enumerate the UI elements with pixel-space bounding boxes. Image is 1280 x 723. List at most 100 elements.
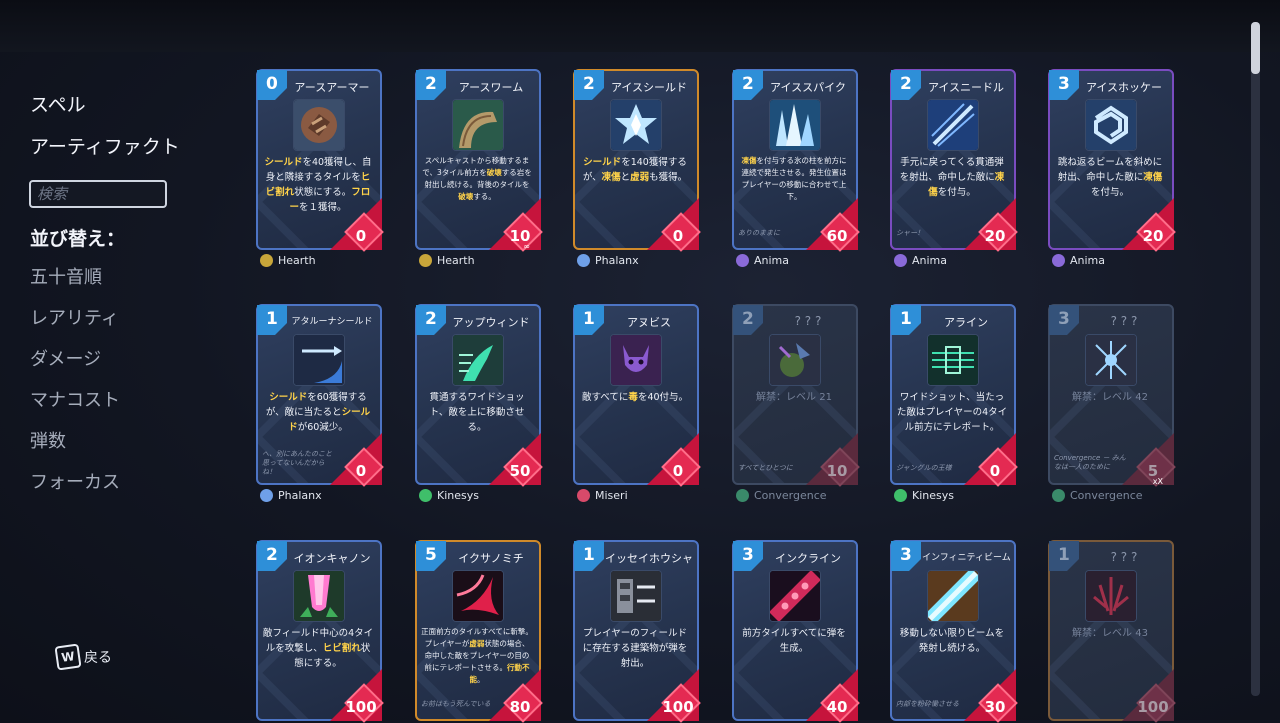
unlock-requirement: 解禁：レベル 21 [756, 392, 832, 403]
card-description: 跳ね返るビームを斜めに射出、命中した敵に凍傷を付与。 [1057, 157, 1163, 198]
sidebar: スペル アーティファクト 並び替え： 五十音順 レアリティ ダメージ マナコスト… [0, 0, 230, 720]
damage-badge: 40 [806, 669, 860, 723]
mana-cost-badge: 3 [1049, 305, 1079, 335]
card-description: 敵すべてに毒を40付与。 [581, 392, 689, 403]
mana-cost-badge: 2 [257, 541, 287, 571]
card-description: ワイドショット、当たった敵はプレイヤーの4タイル前方にテレポート。 [896, 392, 1008, 433]
card-description: 貫通するワイドショット、敵を上に移動させる。 [429, 392, 525, 433]
spell-card[interactable]: 3 インクライン 前方タイルすべてに弾を生成。 40 [732, 540, 860, 723]
anima-icon [1052, 254, 1065, 267]
search-input[interactable] [29, 180, 167, 208]
spell-card[interactable]: 2 イオンキャノン 敵フィールド中心の4タイルを攻撃し、ヒビ割れ状態にする。 1… [256, 540, 384, 723]
card-name: アイスシールド [610, 81, 688, 94]
sort-option-damage[interactable]: ダメージ [30, 345, 101, 371]
card-description: 凍傷を付与する氷の柱を前方に連続で発生させる。発生位置はプレイヤーの移動に合わせ… [741, 156, 847, 201]
back-button[interactable]: W 戻る [54, 643, 112, 671]
convergence-icon [736, 489, 749, 502]
spell-card[interactable]: 2 アイススパイク 凍傷を付与する氷の柱を前方に連続で発生させる。発生位置はプレ… [732, 69, 860, 267]
nav-spells[interactable]: スペル [30, 90, 86, 117]
nav-artifacts[interactable]: アーティファクト [30, 132, 180, 159]
school-label: Phalanx [577, 254, 639, 267]
mana-cost-badge: 3 [733, 541, 763, 571]
damage-badge: 10 [806, 433, 860, 487]
scrollbar-track[interactable] [1251, 22, 1260, 696]
school-label: Convergence [1052, 489, 1143, 502]
school-label: Miseri [577, 489, 628, 502]
anima-icon [894, 254, 907, 267]
kinesys-icon [419, 489, 432, 502]
back-label: 戻る [84, 650, 112, 666]
card-description: スペルキャストから移動するまで、3タイル前方を破壊する岩を射出し続ける。背後のタ… [422, 156, 532, 201]
spell-card[interactable]: 2 アースワーム スペルキャストから移動するまで、3タイル前方を破壊する岩を射出… [415, 69, 543, 267]
mana-cost-badge: 2 [416, 70, 446, 100]
card-name: インフィニティビーム [922, 553, 1011, 563]
card-description: プレイヤーのフィールドに存在する建築物が弾を射出。 [582, 628, 688, 669]
damage-badge: 100 [330, 669, 384, 723]
sort-option-focus[interactable]: フォーカス [30, 468, 120, 494]
sort-option-rarity[interactable]: レアリティ [30, 304, 119, 330]
damage-badge: 100 [1122, 669, 1176, 723]
spell-card[interactable]: 1 アライン ワイドショット、当たった敵はプレイヤーの4タイル前方にテレポート。… [890, 304, 1018, 502]
card-name: インクライン [775, 552, 841, 565]
earth-armor-art-icon [293, 99, 345, 151]
school-label: Phalanx [260, 489, 322, 502]
card-name: アースワーム [458, 81, 524, 94]
locked-spell-art-icon [769, 334, 821, 386]
school-label: Hearth [260, 254, 316, 267]
w-key-icon: W [54, 643, 82, 671]
card-name: イッセイホウシャ [605, 552, 693, 565]
spell-card[interactable]: 1 アタルーナシールド シールドを60獲得するが、敵に当たるとシールドが60減少… [256, 304, 384, 502]
damage-badge: 10 ∞ [489, 198, 543, 252]
ion-cannon-art-icon [293, 570, 345, 622]
school-label: Kinesys [894, 489, 954, 502]
spell-card[interactable]: 1 イッセイホウシャ プレイヤーのフィールドに存在する建築物が弾を射出。 100 [573, 540, 701, 723]
sort-option-ammo[interactable]: 弾数 [30, 427, 66, 453]
spell-card[interactable]: 2 アップウィンド 貫通するワイドショット、敵を上に移動させる。 50 Kine… [415, 304, 543, 502]
spell-card[interactable]: 5 イクサノミチ 正面前方のタイルすべてに斬撃。プレイヤーが虚弱状態の場合、命中… [415, 540, 543, 723]
spell-card[interactable]: 3 インフィニティビーム 移動しない限りビームを発射し続ける。 内部を粉砕慟させ… [890, 540, 1018, 723]
spell-card[interactable]: 1 アヌビス 敵すべてに毒を40付与。 0 Miseri [573, 304, 701, 502]
mana-cost-badge: 5 [416, 541, 446, 571]
damage-badge: 80 [489, 669, 543, 723]
card-name: イオンキャノン [293, 552, 371, 565]
card-name: ? ? ? [794, 314, 822, 328]
scrollbar-thumb[interactable] [1251, 22, 1260, 74]
miseri-icon [577, 489, 590, 502]
anubis-art-icon [610, 334, 662, 386]
card-description: 手元に戻ってくる貫通弾を射出、命中した敵に凍傷を付与。 [899, 157, 1005, 198]
school-label: Anima [1052, 254, 1105, 267]
card-name: イクサノミチ [458, 552, 524, 565]
sort-option-alphabetical[interactable]: 五十音順 [30, 263, 102, 289]
damage-badge: 0 [330, 433, 384, 487]
spell-card-locked[interactable]: 3 ? ? ? 解禁：レベル 42 Convergence － みんなは一人のた… [1048, 304, 1176, 502]
upwind-art-icon [452, 334, 504, 386]
mana-cost-badge: 1 [1049, 541, 1079, 571]
school-label: Convergence [736, 489, 827, 502]
convergence-icon [1052, 489, 1065, 502]
damage-badge: 0 [330, 198, 384, 252]
card-name: アイスニードル [927, 81, 1005, 94]
damage-badge: 0 [964, 433, 1018, 487]
card-description: シールドを60獲得するが、敵に当たるとシールドが60減少。 [265, 392, 371, 433]
card-description: 移動しない限りビームを発射し続ける。 [899, 628, 1005, 654]
spell-card-locked[interactable]: 1 ? ? ? 解禁：レベル 43 100 [1048, 540, 1176, 723]
spell-card[interactable]: 3 アイスホッケー 跳ね返るビームを斜めに射出、命中した敵に凍傷を付与。 20 … [1048, 69, 1176, 267]
ice-spike-art-icon [769, 99, 821, 151]
earth-worm-art-icon [452, 99, 504, 151]
spell-card[interactable]: 0 アースアーマー シールドを40獲得し、自身と隣接するタイルをヒビ割れ状態にす… [256, 69, 384, 267]
damage-badge: 20 [1122, 198, 1176, 252]
flavor-text: へ、別にあんたのこと思ってないんだからね！ [262, 450, 332, 476]
damage-badge: 60 [806, 198, 860, 252]
spell-card-locked[interactable]: 2 ? ? ? 解禁：レベル 21 すべてとひとつに 10 Convergenc… [732, 304, 860, 502]
spell-card[interactable]: 2 アイスシールド シールドを140獲得するが、凍傷と虚弱も獲得。 0 Phal… [573, 69, 701, 267]
card-name: アライン [944, 316, 988, 329]
spell-card[interactable]: 2 アイスニードル 手元に戻ってくる貫通弾を射出、命中した敵に凍傷を付与。 シャ… [890, 69, 1018, 267]
hearth-icon [260, 254, 273, 267]
align-art-icon [927, 334, 979, 386]
phalanx-icon [577, 254, 590, 267]
card-name: アタルーナシールド [291, 317, 373, 327]
sort-option-mana-cost[interactable]: マナコスト [30, 386, 120, 412]
sort-label: 並び替え： [30, 228, 126, 250]
card-name: ? ? ? [1110, 314, 1138, 328]
mana-cost-badge: 3 [891, 541, 921, 571]
